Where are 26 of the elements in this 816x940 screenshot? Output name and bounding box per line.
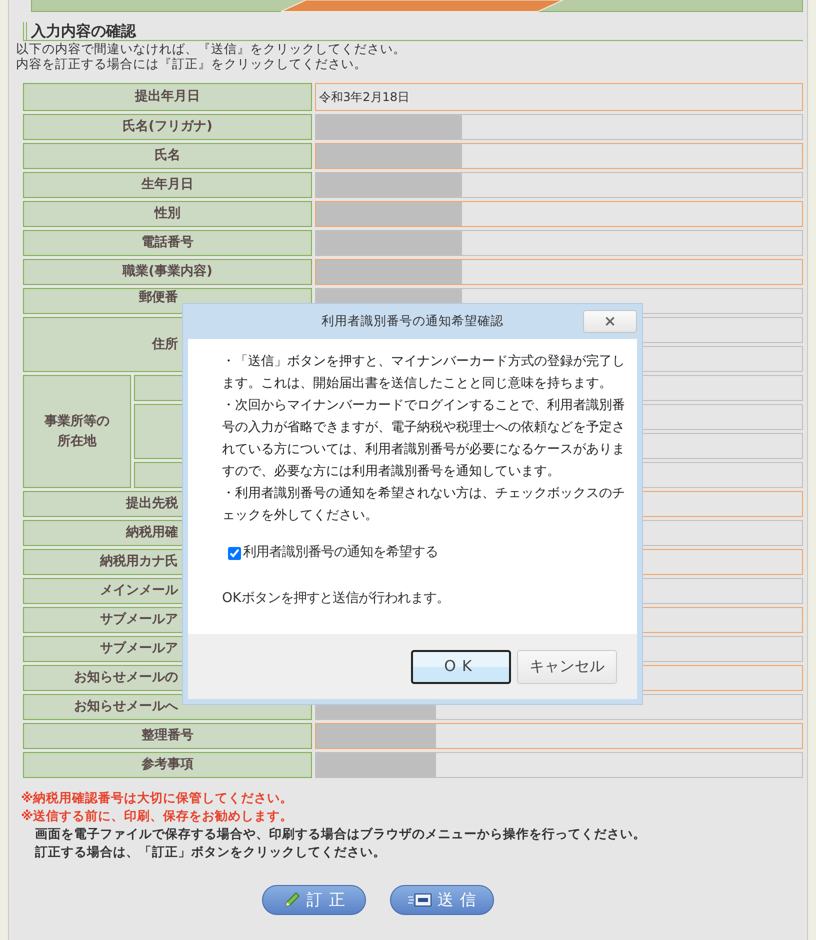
field-label: 生年月日 [23, 172, 312, 198]
section-title: 入力内容の確認 [23, 22, 136, 40]
close-button[interactable]: × [583, 310, 637, 333]
note-text: 画面を電子ファイルで保存する場合や、印刷する場合はブラウザのメニューから操作を行ってください。 [34, 825, 647, 843]
field-label: 職業(事業内容) [23, 259, 312, 285]
field-label: 電話番号 [23, 230, 312, 256]
note-text: ※納税用確認番号は大切に保管してください。 [21, 789, 294, 807]
value-text: 令和3年2月18日 [318, 89, 411, 106]
dialog-title: 利用者識別番号の通知希望確認 [322, 312, 504, 330]
field-label: 参考事項 [23, 752, 312, 778]
intro-text: 以下の内容で間違いなければ、『送信』をクリックしてください。 [16, 41, 407, 56]
note-text: 訂正する場合は、「訂正」ボタンをクリックしてください。 [34, 843, 387, 861]
intro-text: 内容を訂正する場合には『訂正』をクリックしてください。 [16, 56, 368, 71]
field-label: 整理番号 [23, 723, 312, 749]
field-label: 事業所等の所在地 [43, 413, 110, 450]
field-label: 氏名(フリガナ) [23, 114, 312, 140]
dialog-text: ・次回からマイナンバーカードでログインすることで、利用者識別番号の入力が省略できますが、電子納税や税理士への依頼などを予定されている方については、利用者識別番号が必要になるケースがありますので、必要な方には利用者識別番号を通知しています。 [222, 397, 626, 481]
field-label: 提出年月日 [23, 83, 312, 111]
cancel-button[interactable]: キャンセル [517, 650, 617, 684]
pencil-icon [282, 891, 301, 909]
checkbox[interactable] [228, 546, 241, 560]
field-label: 性別 [23, 201, 312, 227]
field-label: 氏名 [23, 143, 312, 169]
mail-card-icon [408, 892, 432, 908]
ok-button[interactable]: OK [411, 650, 511, 684]
note-text: ※送信する前に、印刷、保存をお勧めします。 [21, 807, 294, 825]
